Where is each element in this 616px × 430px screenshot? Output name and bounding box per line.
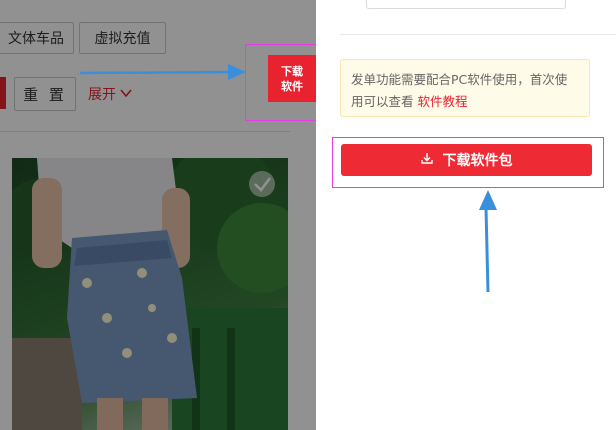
tutorial-link[interactable]: 软件教程	[418, 94, 468, 109]
input-field-partial[interactable]	[366, 0, 566, 9]
download-drawer: 发单功能需要配合PC软件使用，首次使用可以查看 软件教程 下载软件包	[316, 0, 616, 430]
highlight-frame-small	[245, 44, 327, 121]
notice-box: 发单功能需要配合PC软件使用，首次使用可以查看 软件教程	[340, 59, 590, 117]
download-package-label: 下载软件包	[442, 153, 513, 169]
panel-divider	[340, 34, 616, 35]
download-package-button[interactable]: 下载软件包	[341, 144, 592, 176]
download-icon	[420, 152, 433, 168]
